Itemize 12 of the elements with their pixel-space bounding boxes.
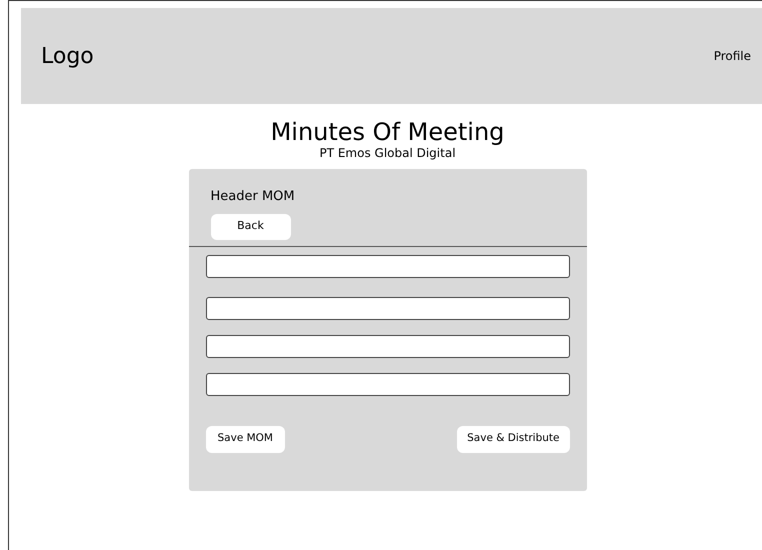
page-subtitle: PT Emos Global Digital bbox=[319, 146, 456, 160]
input-field[interactable] bbox=[206, 296, 570, 320]
back-button[interactable]: Back bbox=[210, 214, 290, 240]
form-header: Header MOM bbox=[210, 188, 295, 206]
input-field[interactable] bbox=[206, 334, 570, 358]
save-mom-button[interactable]: Save MOM bbox=[206, 426, 285, 452]
page-title: Minutes Of Meeting bbox=[270, 118, 504, 146]
profile-link[interactable]: Profile bbox=[714, 47, 751, 65]
save-distribute-button[interactable]: Save & Distribute bbox=[457, 426, 570, 452]
input-field[interactable] bbox=[206, 372, 570, 396]
logo-text: Logo bbox=[41, 42, 94, 70]
input-field[interactable] bbox=[206, 254, 570, 278]
